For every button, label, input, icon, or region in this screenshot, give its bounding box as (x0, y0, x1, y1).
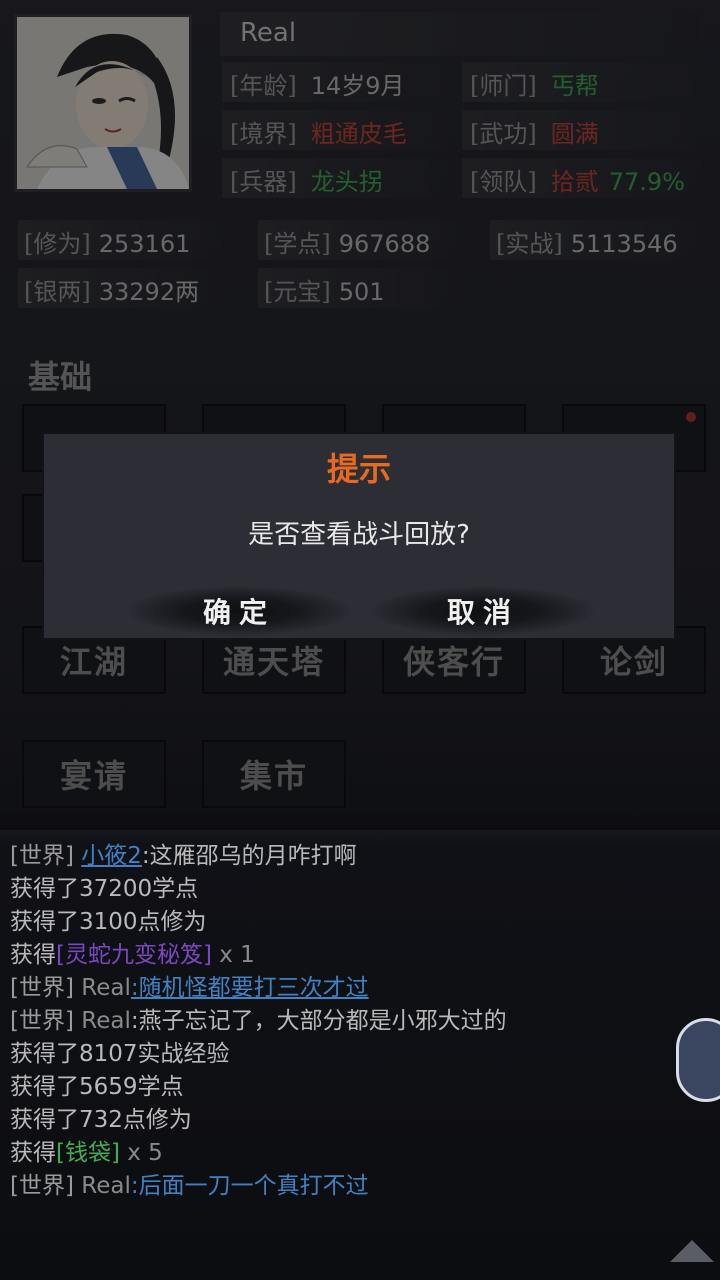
collapse-arrow-icon[interactable] (670, 1240, 714, 1262)
channel-tag: [世界] (10, 1008, 74, 1034)
message-text: :这雁邵乌的月咋打啊 (141, 843, 357, 869)
channel-tag: [世界] (10, 1173, 74, 1199)
log-line: 获得[灵蛇九变秘笈] x 1 (10, 939, 700, 972)
message-text: :燕子忘记了，大部分都是小邪大过的 (130, 1008, 507, 1034)
item-count: x 1 (211, 942, 255, 968)
message-text: 获得 (10, 942, 56, 968)
log-line: 获得了732点修为 (10, 1107, 192, 1133)
channel-tag: [世界] (10, 843, 74, 869)
prompt-dialog: 提示 是否查看战斗回放? 确定 取消 (42, 432, 676, 640)
log-line: [世界] Real:随机怪都要打三次才过 (10, 972, 700, 1005)
user-link[interactable]: 小筱2 (81, 843, 142, 869)
message-text[interactable]: :随机怪都要打三次才过 (131, 975, 369, 1001)
dialog-message: 是否查看战斗回放? (248, 520, 470, 550)
user-name[interactable]: Real (81, 1008, 131, 1034)
confirm-button[interactable]: 确定 (124, 586, 354, 636)
log-line: 获得了5659学点 (10, 1074, 184, 1100)
item-count: x 5 (119, 1140, 163, 1166)
cancel-button[interactable]: 取消 (368, 586, 598, 636)
game-screen: Real [年龄] 14岁9月 [师门] 丐帮 [境界] 粗通皮毛 [武功] 圆满 [兵… (0, 0, 720, 1280)
log-line: [世界] Real:后面一刀一个真打不过 (10, 1170, 700, 1203)
log-line: 获得[钱袋] x 5 (10, 1137, 700, 1170)
log-line: [世界] 小筱2:这雁邵乌的月咋打啊 (10, 840, 700, 873)
dialog-title: 提示 (326, 450, 391, 488)
item-link[interactable]: [钱袋] (56, 1140, 120, 1166)
message-text: :后面一刀一个真打不过 (130, 1173, 369, 1199)
log-line: 获得了3100点修为 (10, 909, 207, 935)
message-text: 获得 (10, 1140, 56, 1166)
log-line: [世界] Real:燕子忘记了，大部分都是小邪大过的 (10, 1005, 700, 1038)
user-name[interactable]: Real (81, 1173, 131, 1199)
item-link[interactable]: [灵蛇九变秘笈] (56, 942, 212, 968)
chat-log[interactable]: [世界] 小筱2:这雁邵乌的月咋打啊 获得了37200学点 获得了3100点修为… (10, 840, 700, 1203)
floating-book-icon[interactable] (676, 1018, 720, 1102)
log-line: 获得了8107实战经验 (10, 1041, 230, 1067)
channel-tag: [世界] (10, 975, 74, 1001)
user-name[interactable]: Real (81, 975, 131, 1001)
log-line: 获得了37200学点 (10, 876, 199, 902)
modal-overlay (0, 0, 720, 830)
